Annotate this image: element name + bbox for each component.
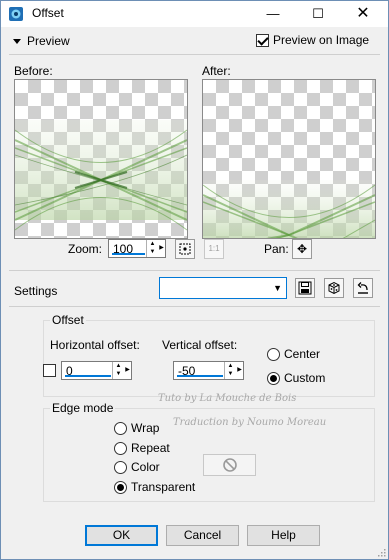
before-preview[interactable] — [14, 79, 188, 239]
custom-label: Custom — [284, 371, 326, 385]
randomize-dice-icon — [328, 281, 340, 295]
spin-down-icon[interactable]: ▼ — [225, 370, 236, 378]
minimize-button[interactable]: — — [256, 1, 290, 27]
after-preview[interactable] — [202, 79, 376, 239]
vertical-offset-spinner[interactable]: -50 ▲ ▼ ▶ — [173, 361, 244, 380]
zoom-spin-buttons[interactable]: ▲ ▼ ▶ — [146, 240, 165, 257]
resize-grip-icon[interactable] — [376, 547, 386, 557]
preview-toggle-label: Preview — [27, 34, 70, 48]
vertical-offset-label: Vertical offset: — [162, 338, 238, 352]
focus-underline — [65, 375, 111, 377]
randomize-button[interactable] — [324, 278, 344, 298]
zoom-to-fit-button[interactable] — [175, 239, 195, 259]
settings-preset-dropdown[interactable]: ▼ — [159, 277, 287, 299]
edge-color-swatch[interactable] — [203, 454, 256, 476]
horizontal-offset-label: Horizontal offset: — [50, 338, 140, 352]
radio-selected-icon[interactable] — [114, 481, 127, 495]
zoom-spinner[interactable]: 100 ▲ ▼ ▶ — [108, 239, 166, 258]
watermark-line-1: Tuto by La Mouche de Bois — [158, 393, 297, 404]
color-label: Color — [131, 460, 160, 474]
transparent-label: Transparent — [131, 480, 196, 494]
spin-down-icon[interactable]: ▼ — [113, 370, 124, 378]
spin-up-icon[interactable]: ▲ — [225, 362, 236, 370]
focus-underline — [112, 253, 145, 255]
collapse-triangle-icon — [13, 39, 21, 45]
watermark-line-2: Traduction by Noumo Moreau — [173, 417, 327, 428]
radio-icon[interactable] — [114, 422, 127, 436]
no-color-icon — [222, 458, 237, 472]
edge-mode-wrap-radio[interactable]: Wrap — [114, 421, 160, 436]
focus-underline — [177, 375, 223, 377]
settings-label: Settings — [14, 284, 58, 298]
edge-mode-group-title: Edge mode — [50, 401, 116, 415]
edge-mode-repeat-radio[interactable]: Repeat — [114, 441, 170, 456]
maximize-button[interactable]: ☐ — [301, 1, 335, 27]
cancel-button[interactable]: Cancel — [166, 525, 239, 546]
chevron-down-icon: ▼ — [273, 283, 282, 293]
reset-button[interactable] — [353, 278, 373, 298]
close-button[interactable]: ✕ — [346, 1, 380, 27]
divider — [9, 270, 380, 271]
app-icon — [9, 7, 23, 21]
before-label: Before: — [14, 64, 53, 78]
radio-selected-icon[interactable] — [267, 372, 280, 386]
center-label: Center — [284, 347, 321, 361]
ok-button[interactable]: OK — [85, 525, 158, 546]
zoom-actual-size-button[interactable]: 1:1 — [204, 239, 224, 259]
offset-group-title: Offset — [50, 313, 86, 327]
horizontal-spin-buttons[interactable]: ▲ ▼ ▶ — [112, 362, 131, 379]
preview-section-toggle[interactable]: Preview — [13, 34, 70, 48]
preview-on-image-label: Preview on Image — [273, 33, 370, 47]
vertical-spin-buttons[interactable]: ▲ ▼ ▶ — [224, 362, 243, 379]
spin-popout-icon[interactable]: ▶ — [124, 362, 131, 379]
pan-button[interactable]: ✥ — [292, 239, 312, 259]
preview-on-image-checkbox[interactable]: Preview on Image — [256, 33, 370, 48]
offset-group — [43, 320, 375, 397]
checkbox-checked-icon[interactable] — [256, 34, 269, 48]
dialog-content: Preview Preview on Image Before: After: — [1, 27, 388, 559]
offset-dialog: Offset — ☐ ✕ Preview Preview on Image Be… — [0, 0, 389, 560]
save-preset-button[interactable] — [295, 278, 315, 298]
wrap-label: Wrap — [131, 421, 160, 435]
after-label: After: — [202, 64, 231, 78]
spin-popout-icon[interactable]: ▶ — [236, 362, 243, 379]
horizontal-offset-spinner[interactable]: 0 ▲ ▼ ▶ — [61, 361, 132, 380]
reset-icon — [357, 282, 368, 294]
title-bar[interactable]: Offset — ☐ ✕ — [1, 1, 388, 27]
pan-move-icon: ✥ — [296, 242, 308, 256]
before-preview-image — [15, 120, 187, 231]
spin-up-icon[interactable]: ▲ — [113, 362, 124, 370]
radio-icon[interactable] — [114, 461, 127, 475]
radio-icon[interactable] — [267, 348, 280, 362]
edge-checkbox[interactable] — [43, 364, 56, 377]
spin-up-icon[interactable]: ▲ — [147, 240, 158, 248]
center-radio[interactable]: Center — [267, 347, 321, 362]
custom-radio[interactable]: Custom — [267, 371, 326, 386]
edge-mode-transparent-radio[interactable]: Transparent — [114, 480, 196, 495]
window-title: Offset — [32, 6, 64, 20]
divider — [9, 54, 380, 55]
divider — [9, 306, 380, 307]
radio-icon[interactable] — [114, 442, 127, 456]
save-preset-icon — [298, 281, 312, 295]
spin-down-icon[interactable]: ▼ — [147, 248, 158, 256]
help-button[interactable]: Help — [247, 525, 320, 546]
actual-size-icon: 1:1 — [208, 244, 220, 253]
zoom-label: Zoom: — [68, 242, 103, 256]
zoom-to-fit-icon — [179, 243, 191, 255]
pan-label: Pan: — [264, 242, 289, 256]
repeat-label: Repeat — [131, 441, 170, 455]
spin-popout-icon[interactable]: ▶ — [158, 240, 165, 257]
after-preview-image — [203, 180, 375, 238]
edge-mode-color-radio[interactable]: Color — [114, 460, 160, 475]
